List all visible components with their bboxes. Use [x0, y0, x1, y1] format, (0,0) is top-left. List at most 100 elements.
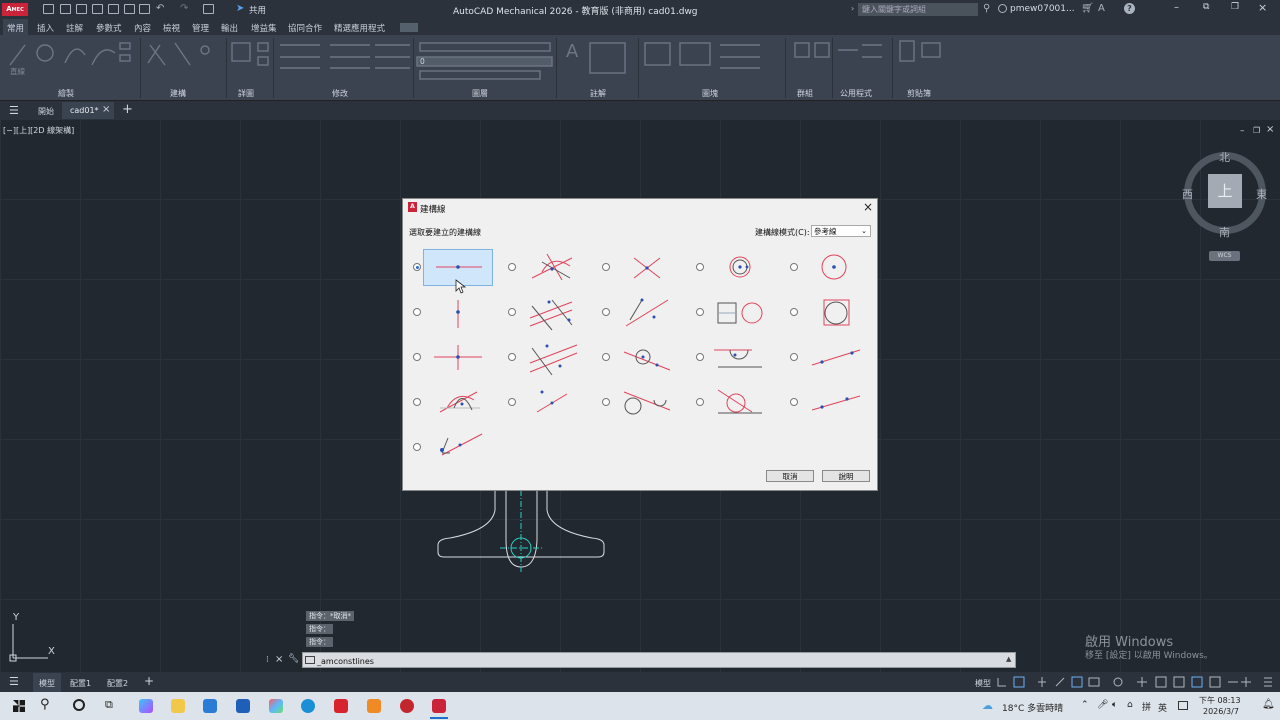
status-model-space[interactable]: 模型 — [975, 678, 991, 689]
help-button[interactable]: 說明 — [822, 470, 870, 482]
compass-west[interactable]: 西 — [1182, 186, 1193, 202]
minimize-icon[interactable]: – — [1174, 2, 1179, 13]
weather-icon[interactable]: ☁ — [982, 699, 993, 712]
ribbon-tab-featured-apps[interactable]: 精選應用程式 — [334, 22, 385, 34]
option-diagrams[interactable] — [402, 240, 878, 470]
ribbon-tab-view[interactable]: 檢視 — [163, 22, 180, 34]
ime-icon[interactable]: 拼 — [1142, 700, 1151, 713]
menu-icon[interactable]: ☰ — [9, 104, 19, 117]
print-icon[interactable] — [139, 4, 150, 14]
close-icon[interactable]: × — [1258, 1, 1267, 14]
outlook-icon[interactable] — [203, 699, 217, 713]
workspace-icon[interactable] — [203, 4, 214, 14]
ribbon-panel-clipboard[interactable]: 剪貼簿 — [907, 88, 931, 99]
app-icon[interactable] — [367, 699, 381, 713]
compass-south[interactable]: 南 — [1219, 224, 1230, 240]
ribbon-tab-manage[interactable]: 管理 — [192, 22, 209, 34]
notification-icon[interactable]: 🔔︎ — [1262, 699, 1275, 710]
input-language[interactable]: 英 — [1158, 701, 1167, 714]
mode-select[interactable]: 參考線 ⌄ — [811, 225, 871, 237]
command-settings-icon[interactable]: 🔧︎ — [288, 654, 299, 664]
compass-north[interactable]: 北 — [1219, 149, 1230, 165]
command-close-icon[interactable]: × — [275, 654, 283, 665]
command-line-input[interactable] — [302, 652, 1016, 668]
acrobat-icon[interactable] — [400, 699, 414, 713]
ribbon-panel-detail[interactable]: 詳圖 — [238, 88, 254, 99]
ribbon-panel-annotation[interactable]: 註解 — [590, 88, 606, 99]
ribbon-tab-parametric[interactable]: 參數式 — [96, 22, 122, 34]
command-grip-icon[interactable]: ⁞ — [266, 655, 269, 665]
dialog-close-button[interactable]: × — [863, 200, 873, 214]
viewport-restore-icon[interactable]: ❐ — [1253, 126, 1260, 135]
new-tab-button[interactable]: + — [122, 102, 133, 117]
a360-icon[interactable]: A — [1098, 3, 1105, 14]
ribbon-panel-construct[interactable]: 建構 — [170, 88, 186, 99]
status-bar-toggles[interactable] — [994, 674, 1280, 690]
ribbon-tab-annotate[interactable]: 註解 — [66, 22, 83, 34]
viewport-controls[interactable]: [−][上][2D 線架構] — [3, 125, 74, 136]
share-icon[interactable]: ➤ — [236, 3, 244, 14]
ribbon-panel-groups[interactable]: 群組 — [797, 88, 813, 99]
ribbon-tab-content[interactable]: 內容 — [134, 22, 151, 34]
save-as-icon[interactable] — [92, 4, 103, 14]
ribbon-panel-block[interactable]: 圖塊 — [702, 88, 718, 99]
tab-cad01[interactable]: cad01* — [70, 106, 99, 115]
edge-icon[interactable] — [301, 699, 315, 713]
autocad-taskbar-icon[interactable] — [432, 699, 446, 713]
tab-start[interactable]: 開始 — [38, 106, 54, 117]
add-layout-button[interactable]: + — [144, 674, 154, 688]
ribbon-tab-insert[interactable]: 插入 — [37, 22, 54, 34]
redo-icon[interactable]: ↷ — [180, 3, 188, 14]
clock-date[interactable]: 2026/3/7 — [1203, 707, 1239, 716]
user-name[interactable]: pmew07001... — [1010, 4, 1075, 14]
taskbar-search-icon[interactable]: ⚲ — [40, 697, 50, 712]
tab-model[interactable]: 模型 — [39, 678, 55, 689]
tab-close-icon[interactable]: × — [102, 104, 110, 115]
ribbon-panel-modify[interactable]: 修改 — [332, 88, 348, 99]
photos-icon[interactable] — [269, 699, 283, 713]
search-expand-icon[interactable]: › — [851, 4, 854, 13]
viewport-close-icon[interactable]: × — [1266, 124, 1274, 135]
share-label[interactable]: 共用 — [249, 4, 266, 16]
cancel-button[interactable]: 取消 — [766, 470, 814, 482]
window-restore-icon[interactable]: ❐ — [1231, 2, 1239, 12]
save-icon[interactable] — [76, 4, 87, 14]
store-icon[interactable] — [236, 699, 250, 713]
viewcube-top-face[interactable]: 上 — [1208, 174, 1242, 208]
ribbon-panel-draw[interactable]: 繪製 — [58, 88, 74, 99]
help-icon[interactable]: ? — [1124, 3, 1135, 14]
cart-icon[interactable]: 🛒︎ — [1081, 3, 1094, 14]
wcs-menu[interactable]: WCS — [1209, 251, 1240, 261]
ribbon-panel-layers[interactable]: 圖層 — [472, 88, 488, 99]
compass-east[interactable]: 東 — [1256, 186, 1267, 202]
help-search-input[interactable]: 鍵入關鍵字或詞組 — [858, 3, 978, 16]
ribbon-tab-home[interactable]: 常用 — [7, 22, 24, 34]
open-icon[interactable] — [60, 4, 71, 14]
tray-chevron-icon[interactable]: ⌃ — [1081, 700, 1089, 710]
app-menu-button[interactable]: AMEC — [2, 3, 28, 16]
user-icon[interactable] — [998, 4, 1007, 13]
ribbon-tab-addins[interactable]: 增益集 — [251, 22, 277, 34]
task-view-icon[interactable]: ⧉ — [105, 698, 113, 712]
layer-dropdown-value[interactable]: 0 — [420, 57, 425, 66]
tab-layout2[interactable]: 配置2 — [107, 678, 128, 689]
keyboard-icon[interactable] — [1178, 701, 1188, 710]
copilot-icon[interactable] — [139, 699, 153, 713]
ribbon-tab-collaborate[interactable]: 協同合作 — [288, 22, 322, 34]
undo-icon[interactable]: ↶ — [156, 3, 164, 14]
viewport-minimize-icon[interactable]: – — [1240, 126, 1245, 136]
ribbon-options-icon[interactable] — [400, 23, 418, 32]
command-history-toggle-icon[interactable]: ▲ — [1006, 655, 1011, 663]
microphone-icon[interactable]: 🎤︎ — [1097, 700, 1108, 710]
new-icon[interactable] — [43, 4, 54, 14]
cortana-icon[interactable] — [73, 699, 85, 711]
weather-text[interactable]: 18°C 多雲時晴 — [1002, 701, 1063, 714]
ribbon-tab-output[interactable]: 輸出 — [221, 22, 238, 34]
speaker-icon[interactable]: 🔈︎ — [1112, 700, 1117, 710]
restore-icon[interactable]: ⧉ — [1203, 2, 1209, 12]
layout-menu-icon[interactable]: ☰ — [9, 675, 19, 688]
wps-icon[interactable] — [334, 699, 348, 713]
upload-icon[interactable] — [108, 4, 119, 14]
open-web-icon[interactable] — [124, 4, 135, 14]
tab-layout1[interactable]: 配置1 — [70, 678, 91, 689]
